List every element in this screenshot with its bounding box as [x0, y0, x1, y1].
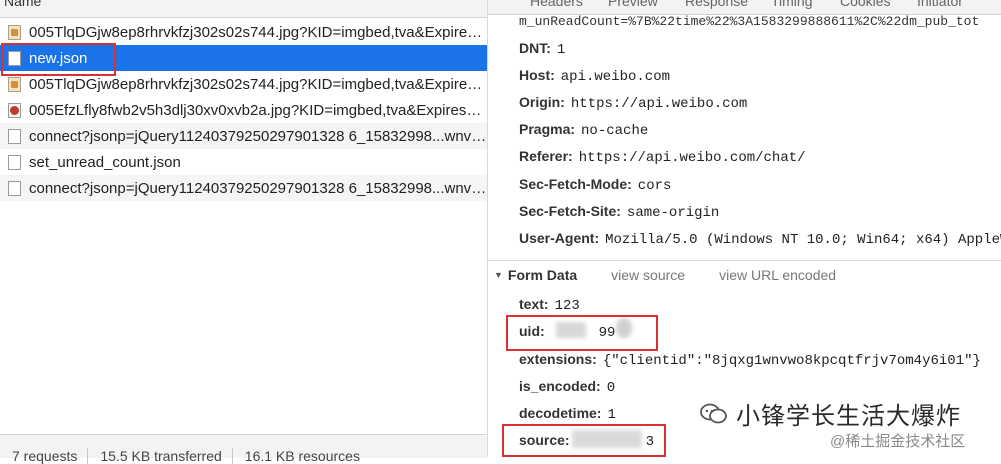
request-name: 005EfzLfly8fwb2v5h3dlj30xv0xvb2a.jpg?KID…: [29, 101, 487, 119]
form-field-row: extensions: {"clientid":"8jqxg1wnvwo8kpcq…: [519, 351, 981, 369]
form-field-row: text: 123: [519, 296, 580, 314]
image-file-icon: [8, 102, 21, 118]
highlight-box: [502, 424, 666, 457]
tab-initiator[interactable]: Initiator: [917, 0, 963, 9]
name-column-header[interactable]: Name: [0, 0, 487, 18]
details-panel: Headers Preview Response Timing Cookies …: [488, 0, 1001, 457]
watermark-title: 小锋学长生活大爆炸: [736, 403, 961, 430]
request-name: connect?jsonp=jQuery11240379250297901328…: [29, 179, 487, 197]
header-row: Origin: https://api.weibo.com: [519, 94, 748, 112]
request-list-panel: Name 005TlqDGjw8ep8rhrvkfzj302s02s744.jp…: [0, 0, 488, 464]
requests-count: 7 requests: [0, 447, 89, 464]
watermark: 小锋学长生活大爆炸: [700, 396, 961, 431]
image-file-icon: [8, 76, 21, 92]
highlight-box: [1, 43, 116, 76]
collapse-triangle-icon[interactable]: ▼: [494, 270, 503, 280]
request-row[interactable]: set_unread_count.json: [0, 149, 487, 175]
header-row: Host: api.weibo.com: [519, 67, 670, 85]
tab-preview[interactable]: Preview: [608, 0, 658, 9]
view-source-link[interactable]: view source: [611, 267, 685, 283]
request-name: 005TlqDGjw8ep8rhrvkfzj302s02s744.jpg?KID…: [29, 75, 487, 93]
request-name: set_unread_count.json: [29, 153, 181, 171]
request-row[interactable]: connect?jsonp=jQuery11240379250297901328…: [0, 175, 487, 201]
resources-size: 16.1 KB resources: [244, 447, 360, 464]
header-row: Sec-Fetch-Site: same-origin: [519, 203, 720, 221]
document-icon: [8, 180, 21, 196]
wechat-logo-icon: [700, 403, 728, 425]
section-divider: [488, 260, 1001, 261]
document-icon: [8, 154, 21, 170]
tab-timing[interactable]: Timing: [771, 0, 813, 9]
header-row: User-Agent: Mozilla/5.0 (Windows NT 10.0;…: [519, 230, 1001, 248]
image-file-icon: [8, 24, 21, 40]
request-row[interactable]: 005EfzLfly8fwb2v5h3dlj30xv0xvb2a.jpg?KID…: [0, 97, 487, 123]
tab-response[interactable]: Response: [685, 0, 748, 9]
form-field-row: decodetime: 1: [519, 405, 616, 423]
highlight-box: [506, 315, 658, 351]
form-data-title: Form Data: [507, 267, 578, 283]
details-tabs: Headers Preview Response Timing Cookies …: [488, 0, 1001, 15]
header-row: Pragma: no-cache: [519, 121, 649, 139]
document-icon: [8, 128, 21, 144]
request-row[interactable]: 005TlqDGjw8ep8rhrvkfzj302s02s744.jpg?KID…: [0, 19, 487, 45]
request-name: connect?jsonp=jQuery11240379250297901328…: [29, 127, 487, 145]
form-field-row: is_encoded: 0: [519, 378, 616, 396]
watermark-subtitle: @稀土掘金技术社区: [830, 433, 966, 450]
tab-cookies[interactable]: Cookies: [840, 0, 891, 9]
status-bar: 7 requests 15.5 KB transferred 16.1 KB r…: [0, 434, 487, 464]
form-data-header[interactable]: ▼ Form Data view source view URL encoded: [494, 267, 836, 283]
request-name: 005TlqDGjw8ep8rhrvkfzj302s02s744.jpg?KID…: [29, 23, 487, 41]
tab-headers[interactable]: Headers: [530, 0, 583, 9]
header-row: DNT: 1: [519, 40, 566, 58]
header-partial-cookie: m_unReadCount=%7B%22time%22%3A1583299888…: [519, 14, 980, 29]
header-row: Referer: https://api.weibo.com/chat/: [519, 148, 806, 166]
view-url-encoded-link[interactable]: view URL encoded: [719, 267, 836, 283]
request-row[interactable]: connect?jsonp=jQuery11240379250297901328…: [0, 123, 487, 149]
transferred-size: 15.5 KB transferred: [88, 447, 233, 464]
header-row: Sec-Fetch-Mode: cors: [519, 176, 672, 194]
